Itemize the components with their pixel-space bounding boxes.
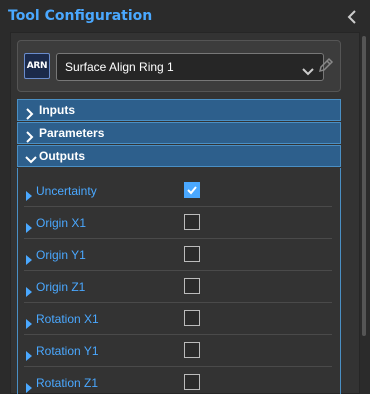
output-checkbox[interactable] bbox=[184, 214, 200, 230]
output-row-origin-z1[interactable]: Origin Z1 bbox=[24, 273, 332, 303]
chevron-left-icon[interactable] bbox=[344, 8, 360, 26]
divider bbox=[24, 238, 332, 239]
section-label: Parameters bbox=[39, 126, 105, 140]
divider bbox=[24, 366, 332, 367]
chevron-right-icon bbox=[25, 128, 35, 143]
chevron-right-icon[interactable] bbox=[26, 314, 32, 329]
tool-badge: ARN bbox=[24, 53, 50, 79]
chevron-right-icon[interactable] bbox=[26, 282, 32, 297]
title-bar: Tool Configuration bbox=[0, 0, 370, 34]
tool-select[interactable]: Surface Align Ring 1 bbox=[56, 53, 324, 81]
output-label: Origin Z1 bbox=[36, 280, 86, 294]
tool-select-value: Surface Align Ring 1 bbox=[65, 60, 174, 74]
output-checkbox[interactable] bbox=[184, 342, 200, 358]
output-row-origin-x1[interactable]: Origin X1 bbox=[24, 209, 332, 239]
output-label: Uncertainty bbox=[36, 184, 97, 198]
output-checkbox[interactable] bbox=[184, 246, 200, 262]
divider bbox=[24, 206, 332, 207]
output-label: Rotation Z1 bbox=[36, 376, 99, 390]
chevron-down-icon bbox=[301, 62, 315, 76]
chevron-right-icon[interactable] bbox=[26, 218, 32, 233]
output-row-rotation-z1[interactable]: Rotation Z1 bbox=[24, 369, 332, 394]
output-label: Origin X1 bbox=[36, 216, 87, 230]
pencil-icon[interactable] bbox=[316, 55, 336, 75]
tool-selector-box: ARN Surface Align Ring 1 bbox=[17, 40, 341, 92]
chevron-down-icon bbox=[25, 151, 37, 164]
chevron-right-icon[interactable] bbox=[26, 346, 32, 361]
chevron-right-icon[interactable] bbox=[26, 186, 32, 201]
chevron-right-icon[interactable] bbox=[26, 378, 32, 393]
chevron-right-icon[interactable] bbox=[26, 250, 32, 265]
output-label: Rotation Y1 bbox=[36, 344, 99, 358]
divider bbox=[24, 302, 332, 303]
section-label: Inputs bbox=[39, 103, 75, 117]
panel-title: Tool Configuration bbox=[8, 8, 153, 24]
output-checkbox[interactable] bbox=[184, 310, 200, 326]
output-row-rotation-y1[interactable]: Rotation Y1 bbox=[24, 337, 332, 367]
section-inputs[interactable]: Inputs bbox=[17, 99, 341, 121]
output-checkbox[interactable] bbox=[184, 374, 200, 390]
output-label: Origin Y1 bbox=[36, 248, 86, 262]
output-label: Rotation X1 bbox=[36, 312, 99, 326]
divider bbox=[24, 270, 332, 271]
output-row-origin-y1[interactable]: Origin Y1 bbox=[24, 241, 332, 271]
section-parameters[interactable]: Parameters bbox=[17, 122, 341, 144]
output-row-uncertainty[interactable]: Uncertainty bbox=[24, 177, 332, 207]
chevron-right-icon bbox=[25, 105, 35, 120]
output-row-rotation-x1[interactable]: Rotation X1 bbox=[24, 305, 332, 335]
divider bbox=[24, 334, 332, 335]
section-outputs[interactable]: Outputs bbox=[17, 145, 341, 167]
output-checkbox[interactable] bbox=[184, 278, 200, 294]
output-checkbox[interactable] bbox=[184, 182, 200, 198]
scrollbar[interactable] bbox=[362, 36, 366, 336]
section-label: Outputs bbox=[39, 149, 85, 163]
